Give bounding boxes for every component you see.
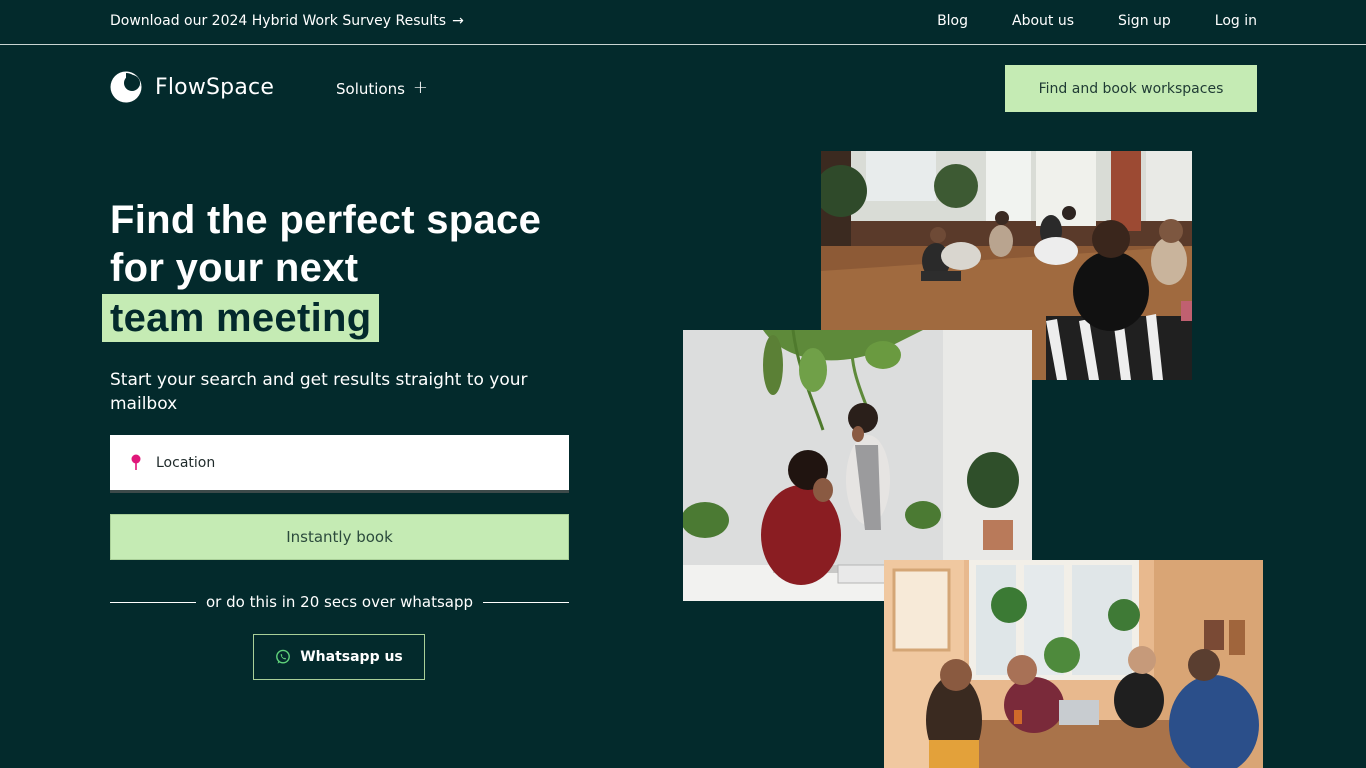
divider-line-left <box>110 601 196 603</box>
hero-headline: Find the perfect space for your next tea… <box>102 196 630 342</box>
headline-line-1: Find the perfect space <box>110 198 542 242</box>
or-divider: or do this in 20 secs over whatsapp <box>110 592 570 612</box>
arrow-right-icon: → <box>452 13 464 29</box>
team-table-photo <box>884 560 1263 768</box>
divider-line-right <box>483 601 570 603</box>
top-nav: Blog About us Sign up Log in <box>937 13 1257 29</box>
survey-promo-link[interactable]: Download our 2024 Hybrid Work Survey Res… <box>110 13 464 29</box>
top-announcement-bar: Download our 2024 Hybrid Work Survey Res… <box>0 0 1366 45</box>
hero-subtext: Start your search and get results straig… <box>110 370 528 414</box>
brand-name: FlowSpace <box>155 74 275 100</box>
nav-about-link[interactable]: About us <box>1012 13 1074 29</box>
solutions-label: Solutions <box>336 79 405 98</box>
whatsapp-label: Whatsapp us <box>300 649 403 665</box>
brand-logo[interactable]: FlowSpace <box>110 71 274 103</box>
location-input[interactable] <box>156 454 536 471</box>
whatsapp-button[interactable]: Whatsapp us <box>253 634 425 680</box>
nav-signup-link[interactable]: Sign up <box>1118 13 1171 29</box>
location-field[interactable] <box>110 435 569 493</box>
plus-icon: + <box>412 77 429 98</box>
nav-blog-link[interactable]: Blog <box>937 13 968 29</box>
find-book-workspaces-button[interactable]: Find and book workspaces <box>1005 65 1257 112</box>
solutions-menu[interactable]: Solutions + <box>336 77 429 98</box>
whatsapp-icon <box>276 649 291 664</box>
flowspace-logo-icon <box>110 71 142 103</box>
headline-line-2: for your next <box>110 246 359 290</box>
survey-promo-text: Download our 2024 Hybrid Work Survey Res… <box>110 13 447 29</box>
divider-text: or do this in 20 secs over whatsapp <box>206 593 474 611</box>
headline-highlight: team meeting <box>102 294 380 342</box>
location-pin-icon <box>131 454 141 470</box>
instantly-book-button[interactable]: Instantly book <box>110 514 569 560</box>
nav-login-link[interactable]: Log in <box>1215 13 1257 29</box>
